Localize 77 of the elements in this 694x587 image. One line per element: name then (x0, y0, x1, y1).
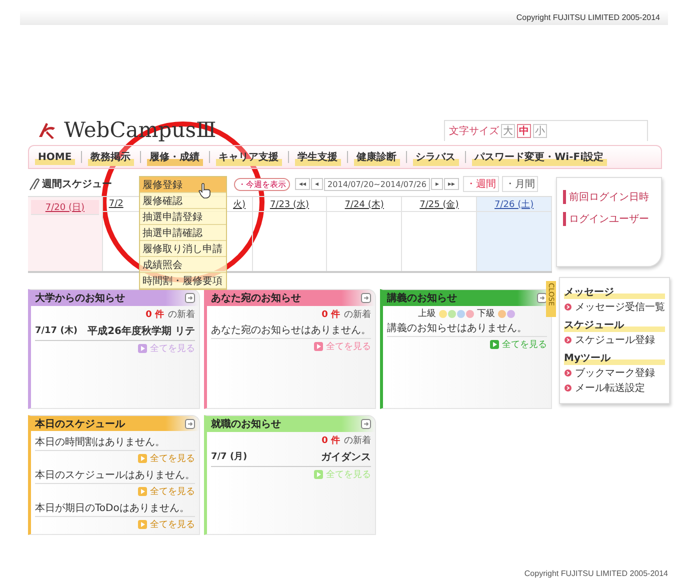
new-count: 0 件 (322, 434, 340, 447)
day-header[interactable]: 7/26 (土) (494, 198, 534, 210)
empty-message: 本日の時間割はありません。 (35, 433, 195, 451)
news-title[interactable]: ガイダンス (321, 450, 371, 464)
menu-heading: スケジュール (564, 318, 665, 332)
dropdown-item[interactable]: 履修確認 (140, 193, 226, 209)
news-title[interactable]: 平成26年度秋学期 リテ (88, 324, 195, 338)
new-label: の新着 (344, 434, 371, 447)
arrow-icon (314, 342, 323, 351)
expand-icon[interactable] (361, 419, 371, 429)
menu-link[interactable]: ブックマーク登録 (575, 366, 655, 380)
card-title: 講義のお知らせ (387, 292, 457, 305)
news-date: 7/17 (木) (35, 324, 78, 338)
day-header[interactable]: 火) (233, 198, 246, 210)
menu-heading: メッセージ (564, 285, 665, 299)
new-count: 0 件 (322, 308, 340, 321)
dropdown-item[interactable]: 抽選申請登録 (140, 209, 226, 225)
date-range: 2014/07/20~2014/07/26 (324, 178, 430, 190)
card-title: あなた宛のお知らせ (211, 292, 301, 305)
nav-tab[interactable]: パスワード変更・Wi-Fi設定 (472, 148, 607, 166)
level-dots-icon (497, 308, 516, 318)
card-title: 就職のお知らせ (211, 418, 281, 431)
day-header[interactable]: 7/25 (金) (420, 198, 459, 210)
dropdown-item[interactable]: 時間割・履修要項 (140, 273, 226, 289)
expand-icon[interactable] (185, 418, 195, 428)
font-size-button[interactable]: 中 (517, 124, 531, 138)
dropdown-item[interactable]: 履修登録 (140, 177, 226, 193)
bullet-icon (564, 384, 572, 392)
menu-link[interactable]: スケジュール登録 (575, 333, 655, 347)
expand-icon[interactable] (537, 293, 547, 303)
expand-icon[interactable] (185, 293, 195, 303)
card-title: 大学からのお知らせ (35, 292, 125, 305)
font-size-label: 文字サイズ (449, 124, 499, 138)
arrow-icon (490, 340, 499, 349)
empty-message: 講義のお知らせはありません。 (387, 319, 547, 337)
new-label: の新着 (168, 308, 195, 321)
copyright-text: Copyright FUJITSU LIMITED 2005-2014 (516, 13, 660, 22)
menu-link[interactable]: メッセージ受信一覧 (575, 300, 665, 314)
empty-message: 本日が期日のToDoはありません。 (35, 499, 195, 517)
dropdown-item[interactable]: 成績照会 (140, 257, 226, 273)
login-info-label: ログインユーザー (563, 212, 655, 226)
level-label: 下級 (477, 308, 495, 320)
card-title: 本日のスケジュール (35, 418, 125, 430)
level-label: 上級 (418, 308, 436, 320)
arrow-icon (138, 520, 147, 529)
menu-link[interactable]: メール転送設定 (575, 381, 645, 395)
level-dots-icon (438, 308, 475, 318)
bullet-icon (564, 336, 572, 344)
arrow-icon (138, 454, 147, 463)
bullet-icon (564, 369, 572, 377)
arrow-icon (314, 470, 323, 479)
dropdown-item[interactable]: 抽選申請確認 (140, 225, 226, 241)
menu-heading: Myツール (564, 351, 665, 365)
view-tab[interactable]: ・月間 (502, 176, 538, 192)
paperclip-icon (28, 178, 40, 190)
day-header[interactable]: 7/24 (木) (344, 198, 384, 210)
dropdown-item[interactable]: 履修取り消し申請 (140, 241, 226, 257)
day-header[interactable]: 7/23 (水) (270, 198, 310, 210)
new-count: 0 件 (146, 308, 164, 321)
new-label: の新着 (344, 308, 371, 321)
arrow-icon (138, 344, 147, 353)
today-button[interactable]: ・今週を表示 (234, 178, 290, 190)
expand-icon[interactable] (361, 293, 371, 303)
login-info-label: 前回ログイン日時 (563, 190, 655, 204)
news-date: 7/7 (月) (211, 450, 248, 464)
hand-cursor-icon (198, 183, 211, 199)
nav-tab[interactable]: HOME (35, 150, 75, 164)
bullet-icon (564, 303, 572, 311)
arrow-icon (138, 487, 147, 496)
empty-message: あなた宛のお知らせはありません。 (211, 321, 371, 339)
empty-message: 本日のスケジュールはありません。 (35, 466, 195, 484)
view-tab[interactable]: ・週間 (463, 176, 500, 192)
font-size-button[interactable]: 小 (533, 124, 547, 138)
nav-tab[interactable]: 健康診断 (354, 148, 400, 166)
copyright-text: Copyright FUJITSU LIMITED 2005-2014 (524, 569, 668, 578)
font-size-button[interactable]: 大 (501, 124, 515, 138)
day-header[interactable]: 7/2 (108, 199, 124, 209)
